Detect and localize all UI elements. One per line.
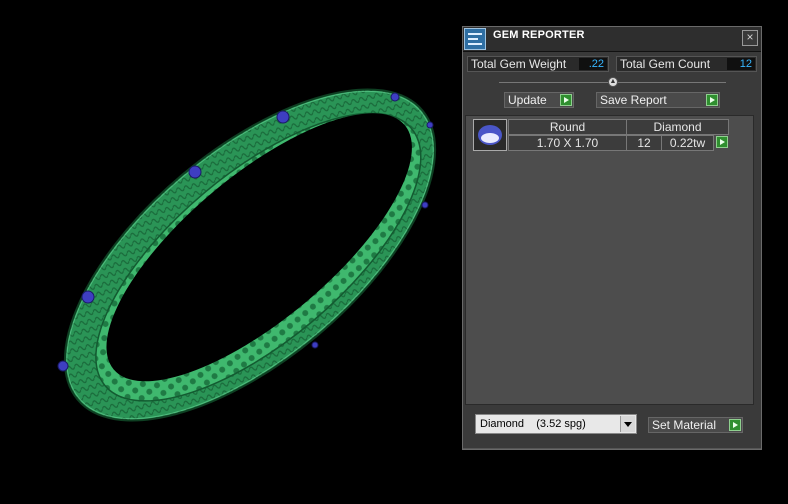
gem-reporter-icon: [464, 28, 486, 50]
play-icon: [716, 136, 728, 148]
play-icon: [729, 419, 741, 431]
gem-reporter-panel: GEM REPORTER × Total Gem Weight .22 Tota…: [462, 26, 762, 450]
total-gem-count: Total Gem Count 12: [616, 56, 757, 72]
round-gem-icon[interactable]: [473, 119, 507, 151]
gem-shape-header: Round: [508, 119, 627, 135]
update-button-label: Update: [508, 93, 547, 107]
gem-material-header: Diamond: [626, 119, 729, 135]
title-bar[interactable]: GEM REPORTER ×: [463, 27, 761, 52]
save-report-button-label: Save Report: [600, 93, 667, 107]
material-select[interactable]: Diamond (3.52 spg): [475, 414, 637, 434]
save-report-button[interactable]: Save Report: [596, 92, 720, 108]
panel-divider: [463, 448, 761, 449]
chevron-down-icon[interactable]: [620, 416, 635, 432]
gem-weight-cell: 0.22tw: [661, 135, 714, 151]
panel-title: GEM REPORTER: [493, 29, 585, 41]
set-material-button-label: Set Material: [652, 418, 717, 432]
total-gem-weight-label: Total Gem Weight: [471, 57, 567, 71]
total-gem-count-value: 12: [727, 58, 755, 70]
play-icon: [706, 94, 718, 106]
set-material-button[interactable]: Set Material: [648, 417, 743, 433]
total-gem-weight: Total Gem Weight .22: [467, 56, 609, 72]
bangle-render: [57, 88, 437, 422]
3d-viewport[interactable]: [0, 0, 460, 499]
play-icon: [560, 94, 572, 106]
material-select-value: Diamond (3.52 spg): [480, 418, 586, 430]
gem-count-cell: 12: [626, 135, 662, 151]
total-gem-count-label: Total Gem Count: [620, 57, 711, 71]
gem-size-cell: 1.70 X 1.70: [508, 135, 627, 151]
panel-slider-handle[interactable]: ▲: [608, 77, 618, 87]
update-button[interactable]: Update: [504, 92, 574, 108]
total-gem-weight-value: .22: [579, 58, 607, 70]
close-icon[interactable]: ×: [742, 30, 758, 46]
gem-list-area: [465, 115, 754, 405]
gem-row-action-button[interactable]: [712, 135, 729, 151]
